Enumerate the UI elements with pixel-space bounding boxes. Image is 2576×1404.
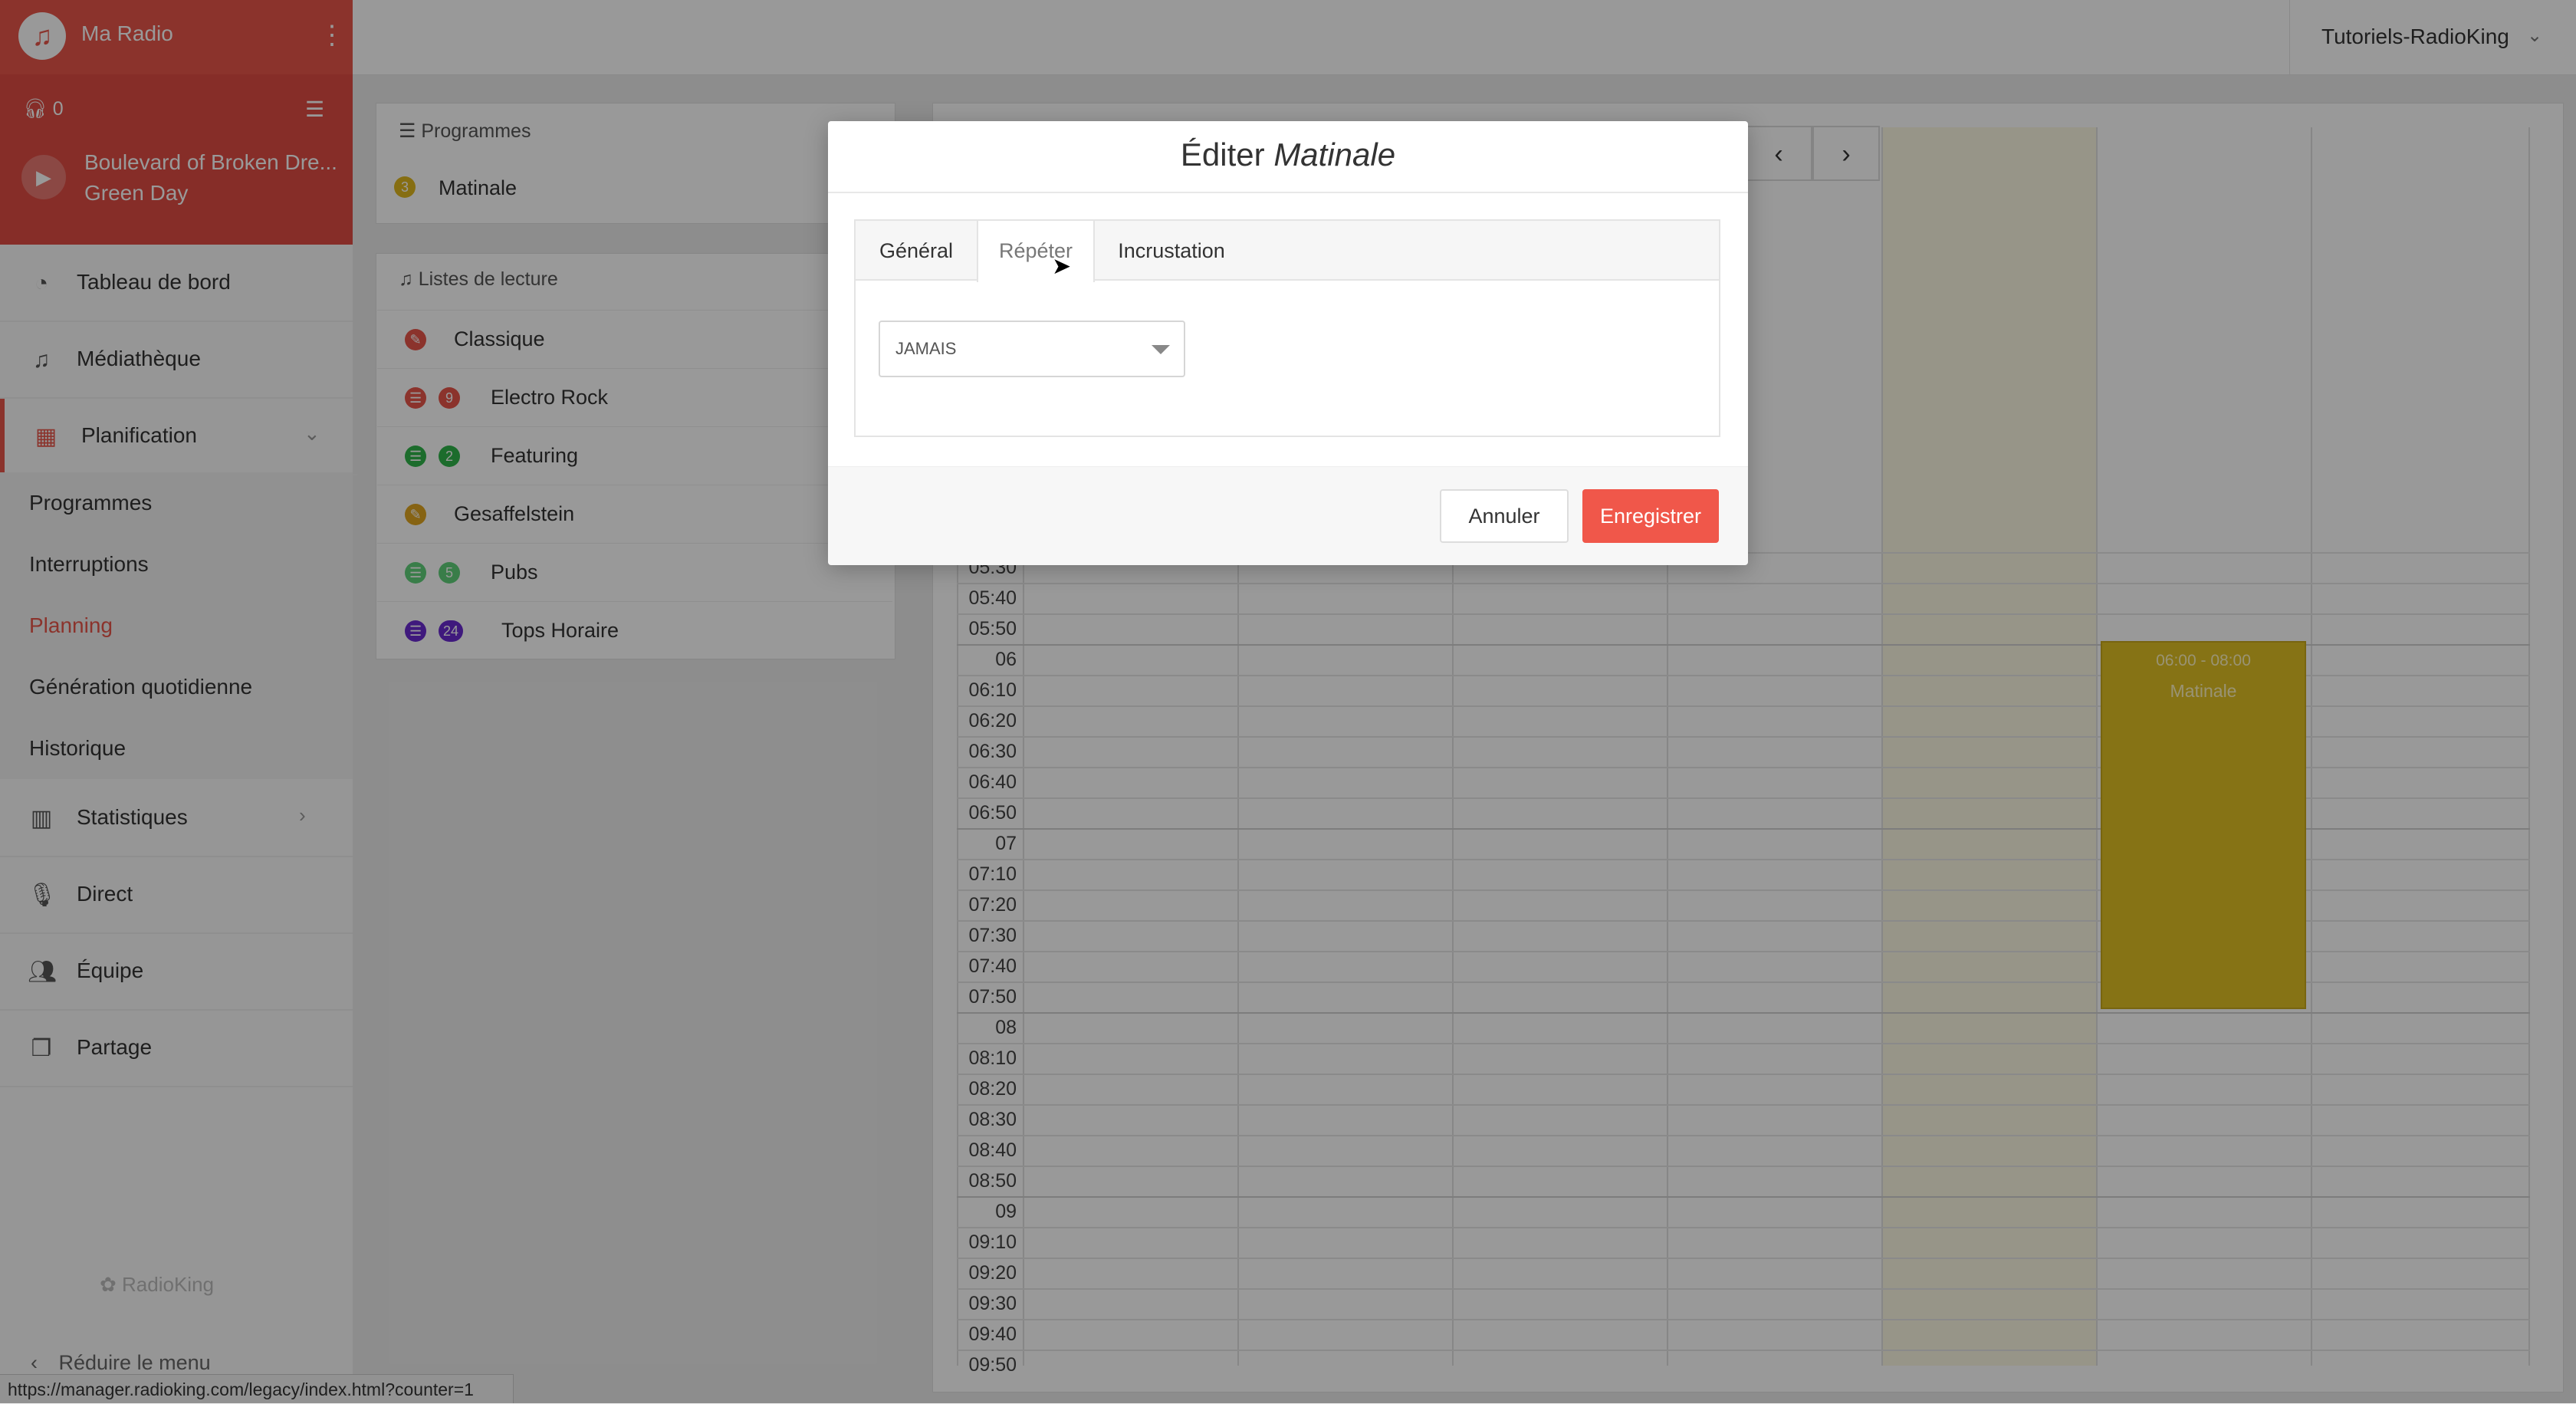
repeat-select-value: JAMAIS bbox=[895, 339, 957, 358]
modal-title-prefix: Éditer bbox=[1180, 136, 1274, 173]
edit-programme-modal: Éditer Matinale Général Répéter Incrusta… bbox=[828, 121, 1748, 565]
modal-title-name: Matinale bbox=[1273, 136, 1396, 173]
mouse-cursor-icon: ➤ bbox=[1052, 254, 1072, 279]
tab-repeter[interactable]: Répéter bbox=[977, 221, 1095, 282]
caret-down-icon bbox=[1152, 345, 1170, 354]
tab-general[interactable]: Général bbox=[856, 221, 977, 281]
modal-divider bbox=[828, 192, 1748, 193]
repeat-select[interactable]: JAMAIS bbox=[879, 321, 1185, 377]
modal-title: Éditer Matinale bbox=[828, 136, 1748, 173]
tab-incrustation[interactable]: Incrustation bbox=[1095, 221, 1248, 281]
save-button[interactable]: Enregistrer bbox=[1582, 489, 1719, 543]
cancel-button[interactable]: Annuler bbox=[1440, 489, 1569, 543]
